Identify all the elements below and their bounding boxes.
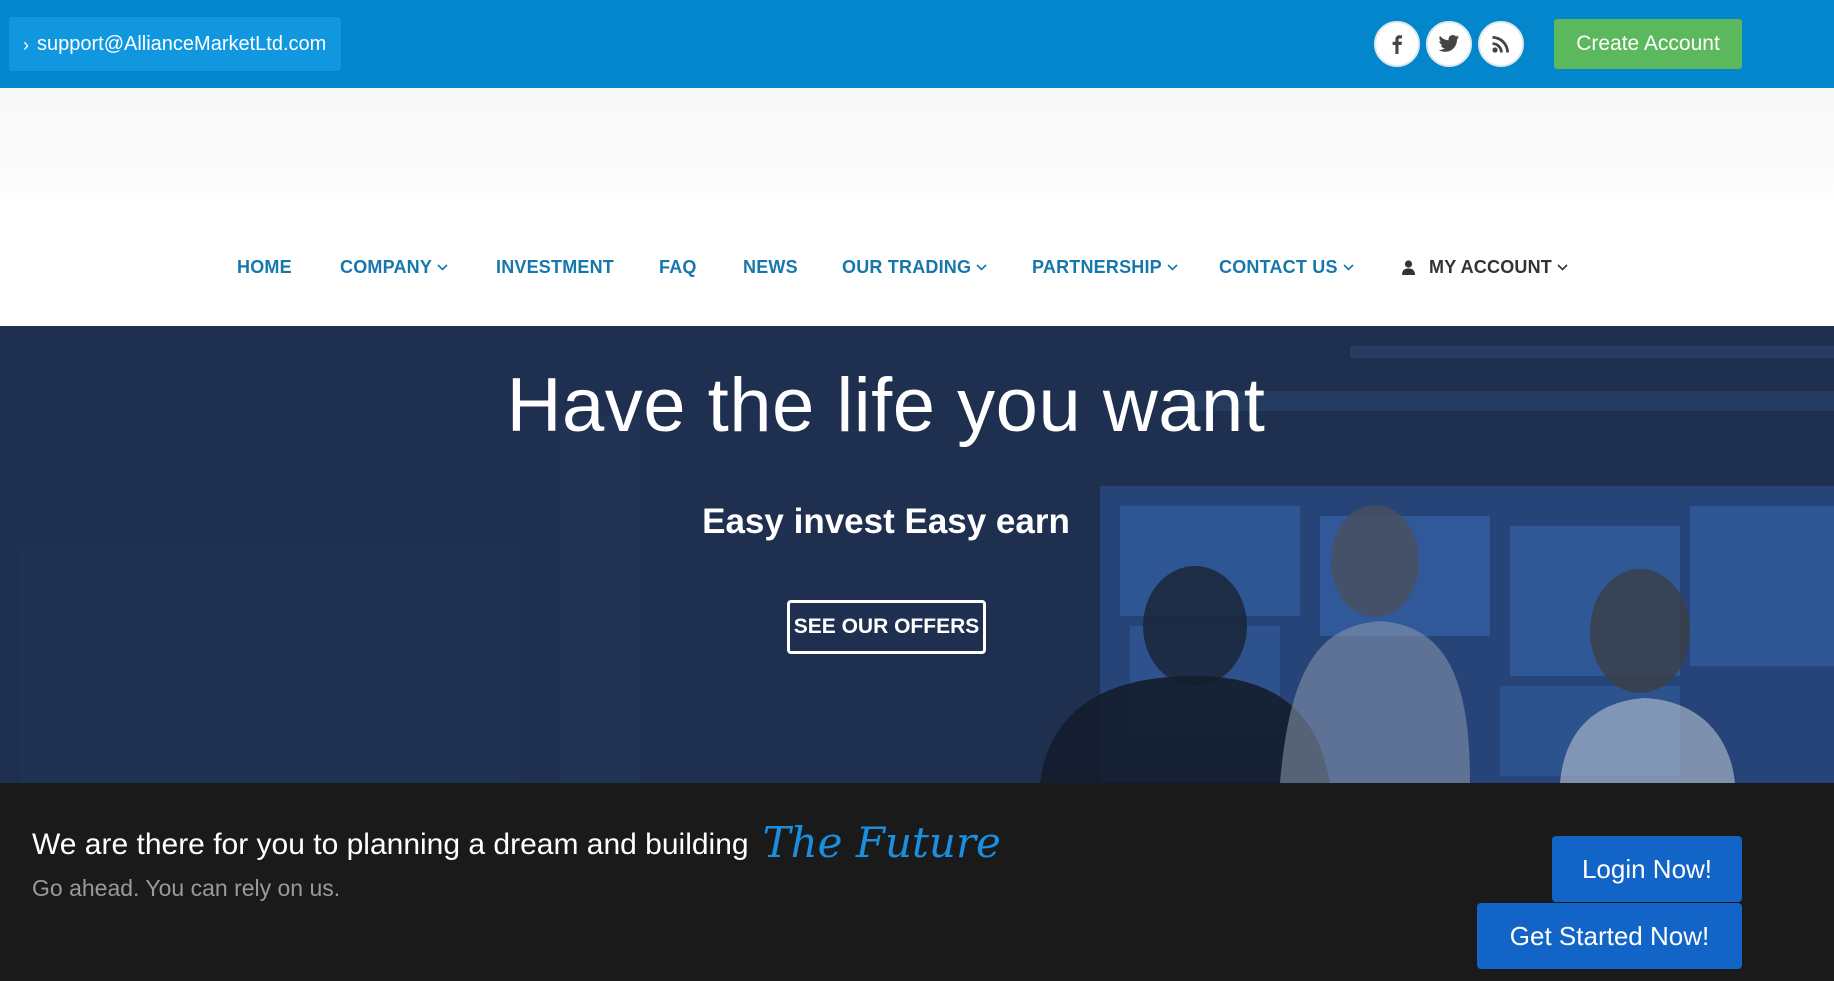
nav-our-trading[interactable]: OUR TRADING (842, 257, 987, 278)
tagline-text: We are there for you to planning a dream… (32, 828, 749, 861)
chevron-down-icon (1167, 264, 1178, 271)
create-account-button[interactable]: Create Account (1554, 19, 1742, 69)
twitter-icon (1438, 35, 1460, 52)
nav-news[interactable]: NEWS (743, 257, 798, 278)
top-bar: › support@AllianceMarketLtd.com Create A… (0, 0, 1834, 88)
nav-news-label: NEWS (743, 257, 798, 277)
chevron-down-icon (1343, 264, 1354, 271)
subline: Go ahead. You can rely on us. (32, 875, 341, 901)
nav-my-account-label: MY ACCOUNT (1429, 257, 1552, 277)
nav-contact-us[interactable]: CONTACT US (1219, 257, 1354, 278)
header-logo-area (0, 88, 1834, 201)
login-now-button[interactable]: Login Now! (1552, 836, 1742, 902)
hero-banner: Have the life you want Easy invest Easy … (0, 326, 1834, 783)
get-started-button[interactable]: Get Started Now! (1477, 903, 1742, 969)
nav-partnership[interactable]: PARTNERSHIP (1032, 257, 1178, 278)
nav-investment[interactable]: INVESTMENT (496, 257, 614, 278)
call-to-action-band: We are there for you to planning a dream… (0, 783, 1834, 981)
nav-my-account[interactable]: MY ACCOUNT (1402, 257, 1568, 278)
hero-subtitle: Easy invest Easy earn (702, 502, 1070, 541)
main-navigation: HOME COMPANY INVESTMENT FAQ NEWS OUR TRA… (0, 201, 1834, 326)
rss-icon (1492, 36, 1509, 53)
nav-company[interactable]: COMPANY (340, 257, 448, 278)
tagline: We are there for you to planning a dream… (32, 818, 1001, 867)
nav-partnership-label: PARTNERSHIP (1032, 257, 1162, 277)
nav-faq-label: FAQ (659, 257, 697, 277)
nav-investment-label: INVESTMENT (496, 257, 615, 277)
nav-home[interactable]: HOME (237, 257, 292, 278)
facebook-button[interactable] (1374, 21, 1420, 67)
hero-title: Have the life you want (506, 363, 1266, 448)
support-email-link[interactable]: › support@AllianceMarketLtd.com (9, 17, 342, 71)
chevron-down-icon (1557, 264, 1568, 271)
support-email: support@AllianceMarketLtd.com (37, 32, 327, 55)
twitter-button[interactable] (1426, 21, 1472, 67)
chevron-down-icon (437, 264, 448, 271)
nav-company-label: COMPANY (340, 257, 433, 277)
tagline-accent: The Future (762, 818, 1001, 867)
user-icon (1402, 260, 1415, 275)
chevron-right-icon: › (23, 34, 29, 55)
rss-button[interactable] (1478, 21, 1524, 67)
chevron-down-icon (976, 264, 987, 271)
nav-contact-us-label: CONTACT US (1219, 257, 1338, 277)
nav-our-trading-label: OUR TRADING (842, 257, 972, 277)
facebook-icon (1392, 35, 1402, 54)
see-offers-button[interactable]: SEE OUR OFFERS (787, 600, 986, 654)
nav-faq[interactable]: FAQ (659, 257, 697, 278)
nav-home-label: HOME (237, 257, 292, 277)
